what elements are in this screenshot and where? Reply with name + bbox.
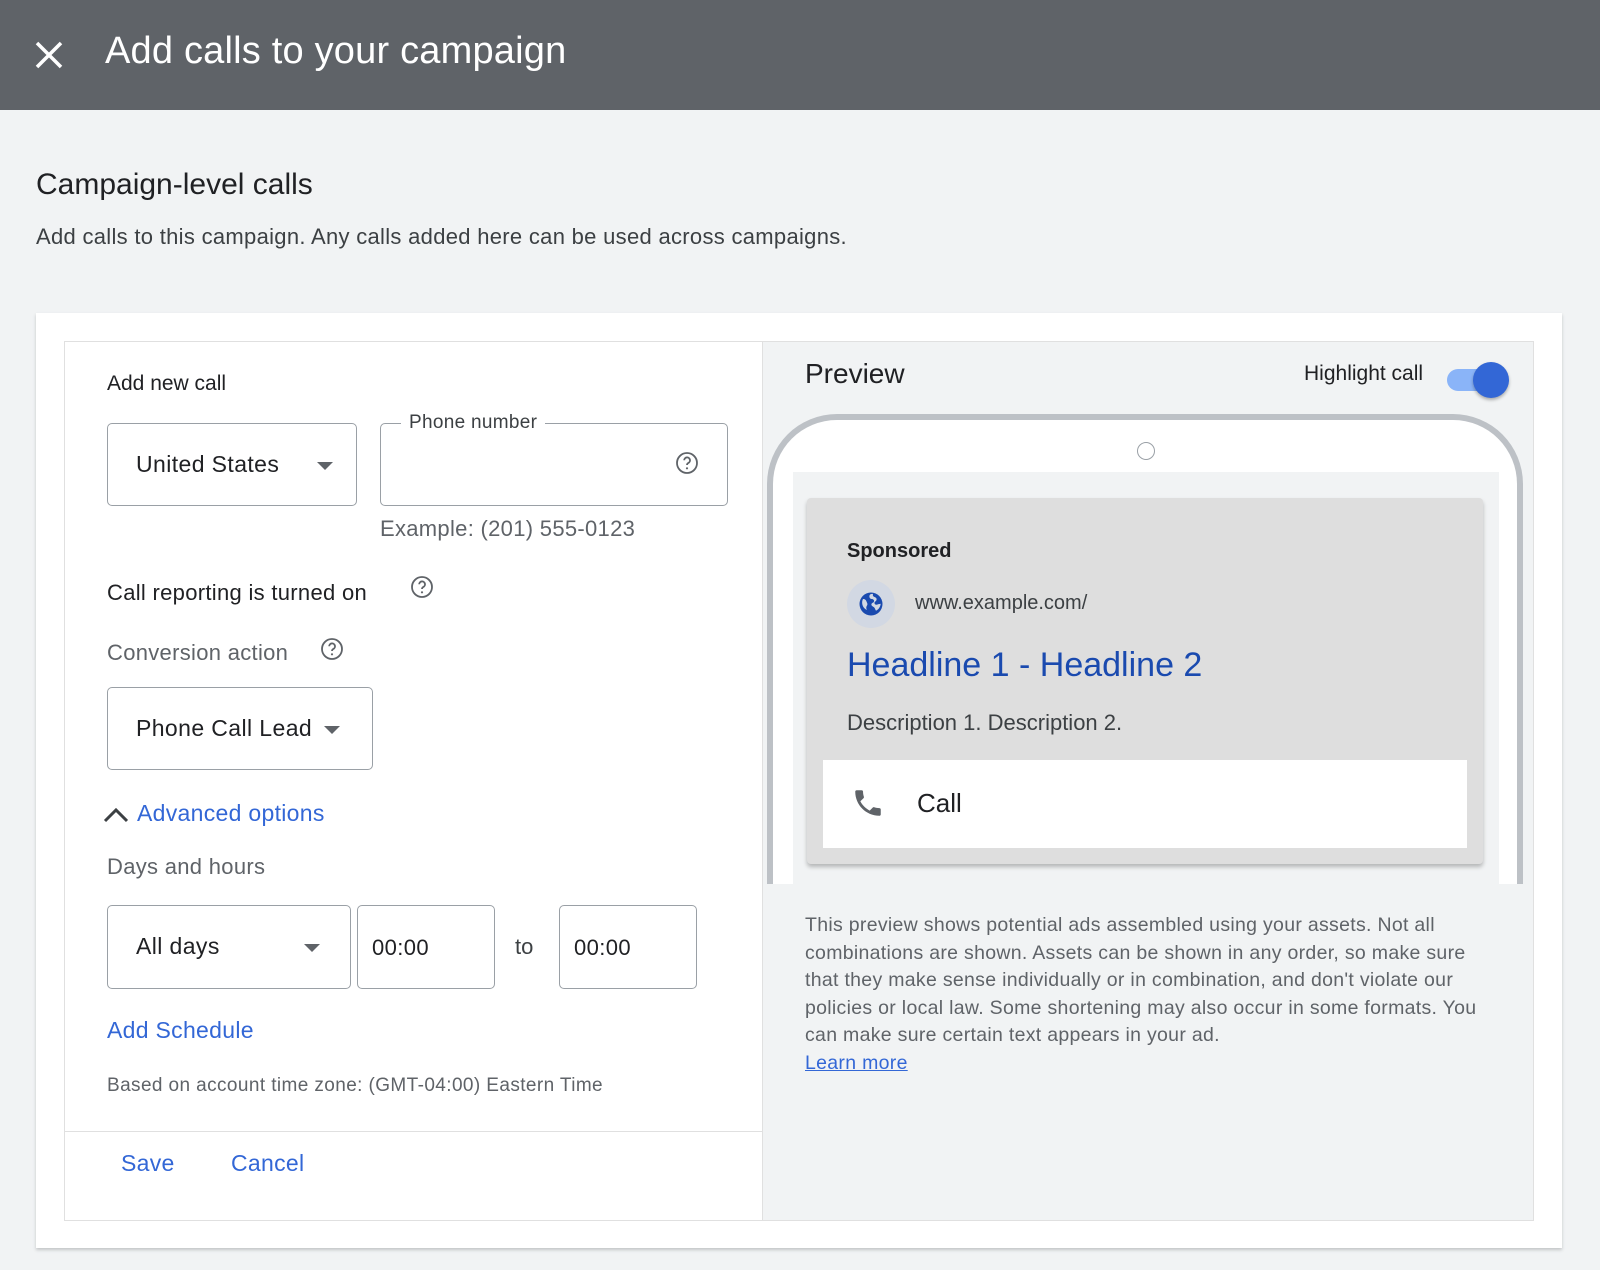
country-select[interactable]: United States bbox=[107, 423, 357, 506]
help-icon[interactable] bbox=[320, 637, 344, 661]
help-icon[interactable] bbox=[675, 451, 699, 475]
learn-more-link[interactable]: Learn more bbox=[805, 1052, 908, 1074]
help-icon[interactable] bbox=[410, 575, 434, 599]
ad-headline[interactable]: Headline 1 - Headline 2 bbox=[847, 646, 1202, 685]
chevron-up-icon bbox=[103, 807, 129, 822]
start-time-input[interactable] bbox=[372, 931, 482, 965]
ad-display-url: www.example.com/ bbox=[915, 592, 1088, 614]
section-description: Add calls to this campaign. Any calls ad… bbox=[36, 224, 847, 249]
dropdown-arrow-icon bbox=[304, 944, 320, 952]
close-icon bbox=[35, 41, 63, 69]
form-heading: Add new call bbox=[107, 372, 227, 395]
end-time-field[interactable] bbox=[559, 905, 697, 989]
dropdown-arrow-icon bbox=[317, 462, 333, 470]
toggle-thumb bbox=[1473, 362, 1509, 398]
phone-mockup: Sponsored www.example.com/ Headline 1 - … bbox=[767, 414, 1523, 884]
divider bbox=[65, 1131, 763, 1132]
ad-call-label: Call bbox=[917, 788, 962, 818]
dropdown-arrow-icon bbox=[324, 726, 340, 734]
site-favicon bbox=[847, 580, 895, 628]
conversion-action-label: Conversion action bbox=[107, 640, 289, 665]
end-time-input[interactable] bbox=[574, 931, 684, 965]
preview-disclaimer: This preview shows potential ads assembl… bbox=[805, 912, 1495, 1077]
days-hours-label: Days and hours bbox=[107, 854, 266, 879]
preview-title: Preview bbox=[805, 358, 905, 389]
call-reporting-status: Call reporting is turned on bbox=[107, 580, 368, 605]
days-value: All days bbox=[136, 933, 220, 959]
calls-card: Add new call United States Phone number … bbox=[36, 313, 1562, 1248]
ad-preview-card: Sponsored www.example.com/ Headline 1 - … bbox=[807, 498, 1483, 864]
to-label: to bbox=[515, 934, 534, 959]
ad-description: Description 1. Description 2. bbox=[847, 710, 1123, 735]
phone-number-field[interactable]: Phone number bbox=[380, 412, 728, 506]
advanced-options-toggle[interactable]: Advanced options bbox=[101, 800, 325, 827]
add-call-form: Add new call United States Phone number … bbox=[65, 342, 763, 1220]
phone-number-input[interactable] bbox=[401, 449, 661, 483]
timezone-note: Based on account time zone: (GMT-04:00) … bbox=[107, 1075, 604, 1096]
highlight-call-label: Highlight call bbox=[1304, 362, 1424, 385]
phone-number-label: Phone number bbox=[401, 412, 546, 434]
dialog-title: Add calls to your campaign bbox=[105, 30, 567, 72]
camera-icon bbox=[1137, 442, 1155, 460]
highlight-call-toggle[interactable] bbox=[1447, 362, 1509, 398]
dialog-header: Add calls to your campaign bbox=[0, 0, 1600, 110]
add-schedule-link[interactable]: Add Schedule bbox=[107, 1017, 254, 1044]
sponsored-label: Sponsored bbox=[847, 540, 952, 562]
disclaimer-text: This preview shows potential ads assembl… bbox=[805, 914, 1477, 1046]
calls-card-inner: Add new call United States Phone number … bbox=[64, 341, 1534, 1221]
country-value: United States bbox=[136, 451, 280, 477]
globe-icon bbox=[859, 592, 883, 616]
save-button[interactable]: Save bbox=[121, 1150, 175, 1177]
conversion-action-value: Phone Call Lead bbox=[136, 715, 313, 741]
start-time-field[interactable] bbox=[357, 905, 495, 989]
conversion-action-select[interactable]: Phone Call Lead bbox=[107, 687, 373, 770]
phone-example: Example: (201) 555-0123 bbox=[380, 516, 636, 541]
section-title: Campaign-level calls bbox=[36, 168, 313, 201]
preview-panel: Preview Highlight call Sponsored www.exa… bbox=[763, 342, 1533, 1220]
cancel-button[interactable]: Cancel bbox=[231, 1150, 304, 1177]
phone-screen: Sponsored www.example.com/ Headline 1 - … bbox=[793, 472, 1499, 884]
days-select[interactable]: All days bbox=[107, 905, 351, 989]
ad-call-button[interactable]: Call bbox=[823, 760, 1467, 848]
phone-icon bbox=[855, 790, 881, 816]
close-button[interactable] bbox=[30, 36, 68, 74]
advanced-options-label: Advanced options bbox=[137, 800, 325, 826]
